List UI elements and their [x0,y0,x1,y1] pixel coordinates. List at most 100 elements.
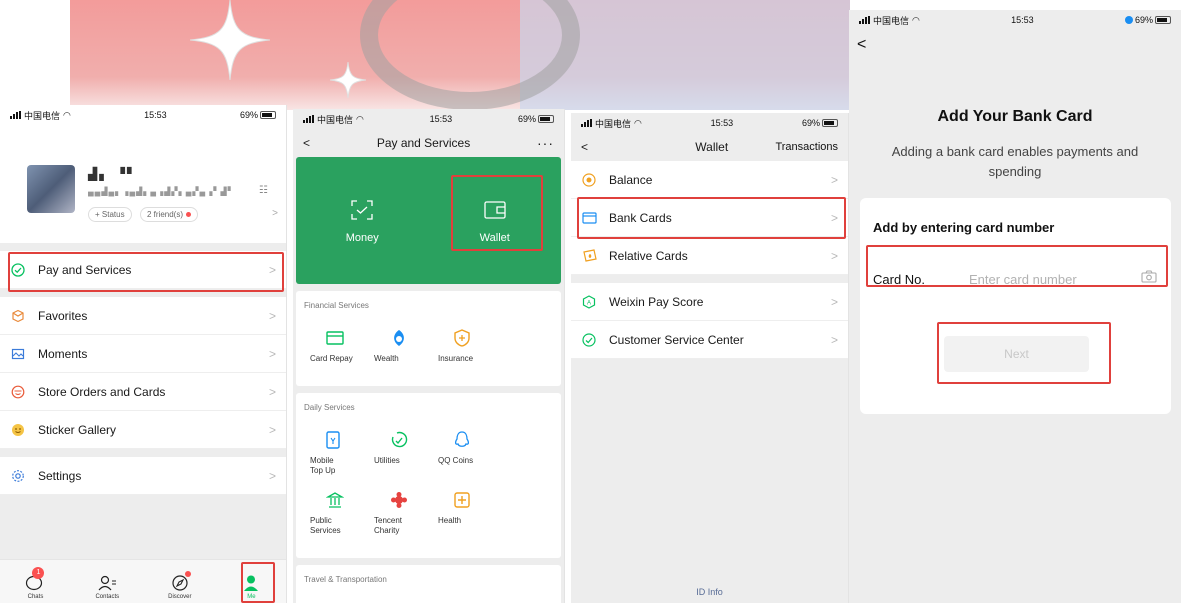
wealth-icon [368,326,432,350]
friends-status-chip[interactable]: 2 friend(s) [140,207,199,222]
battery-icon [821,119,838,127]
battery-icon [259,111,276,119]
hero-label: Money [345,231,379,244]
menu-settings[interactable]: Settings > [0,457,286,495]
menu-label: Settings [38,468,82,483]
qq-coins-item[interactable]: QQ Coins [432,428,496,476]
menu-favorites[interactable]: Favorites > [0,297,286,335]
battery-icon [537,115,554,123]
tab-chats[interactable]: 1 Chats [24,567,46,600]
section-title: Financial Services [304,301,369,310]
item-label: Tencent Charity [374,516,403,535]
pay-services-screen: 中国电信 ◠ 15:53 69% < Pay and Services ··· M… [293,109,565,603]
wallet-pay-score[interactable]: A Weixin Pay Score > [571,283,848,321]
sparkle-icon [190,0,270,80]
menu-label: Sticker Gallery [38,422,117,437]
chevron-right-icon: > [268,422,276,437]
wifi-icon: ◠ [634,117,642,128]
chevron-right-icon: > [830,210,838,225]
menu-label: Store Orders and Cards [38,384,166,399]
card-number-label: Card No. [873,271,926,287]
status-bar: 中国电信 ◠ 15:53 69% [293,109,564,129]
tab-label: Me [247,594,256,600]
wallet-relative-cards[interactable]: Relative Cards > [571,237,848,275]
item-label: Mobile Top Up [310,456,336,475]
wallet-hero: Money Wallet [296,157,561,284]
chevron-right-icon: > [830,294,838,309]
form-title: Add by entering card number [873,220,1055,235]
public-services-item[interactable]: Public Services [304,488,368,536]
item-label: Health [438,516,462,525]
menu-store-orders[interactable]: Store Orders and Cards > [0,373,286,411]
back-icon[interactable]: < [303,136,310,150]
page-title: Pay and Services [376,136,471,150]
health-item[interactable]: Health [432,488,496,536]
add-bank-card-screen: 中国电信 ◠ 15:53 69% < Add Your Bank Card Add… [849,10,1181,603]
me-screen: 中国电信 ◠ 15:53 69% ▟▖ ▝▘ ▄▄▟▄▖▗▄▟▖▄▗▟▞▖▄▞▄▗… [0,105,287,603]
menu-sticker-gallery[interactable]: Sticker Gallery > [0,411,286,449]
camera-icon[interactable] [1141,270,1157,286]
chevron-right-icon: > [268,384,276,399]
health-icon [432,488,496,512]
qq-penguin-icon [432,428,496,452]
card-number-input[interactable] [969,271,1129,287]
menu-pay-and-services[interactable]: Pay and Services > [0,251,286,289]
item-label: Public Services [310,516,341,535]
nav-bar: < Wallet Transactions [571,133,848,161]
status-chip[interactable]: + Status [88,207,132,222]
wallet-button[interactable]: Wallet [429,157,562,284]
moments-icon [10,346,26,362]
tab-me[interactable]: Me [240,572,262,600]
chevron-right-icon: > [830,248,838,263]
wallet-customer-service[interactable]: Customer Service Center > [571,321,848,359]
battery-percent: 69% [517,114,536,124]
carrier-label: 中国电信 [595,118,632,129]
item-label: Wealth [374,354,399,363]
utilities-item[interactable]: Utilities [368,428,432,476]
phone-topup-icon [304,428,368,452]
row-label: Relative Cards [609,248,688,263]
charity-icon [368,488,432,512]
sparkle-icon [330,62,366,98]
section-title: Travel & Transportation [304,575,387,584]
wallet-balance[interactable]: Balance > [571,161,848,199]
qr-code-icon[interactable]: ☷ [259,185,268,196]
more-icon[interactable]: ··· [537,135,554,151]
money-button[interactable]: Money [296,157,429,284]
status-bar: 中国电信 ◠ 15:53 69% [0,105,286,125]
row-label: Balance [609,172,653,187]
tab-discover[interactable]: Discover [168,571,192,600]
next-button[interactable]: Next [944,336,1089,372]
wealth-item[interactable]: Wealth [368,326,432,364]
wallet-bank-cards[interactable]: Bank Cards > [571,199,848,237]
tencent-charity-item[interactable]: Tencent Charity [368,488,432,536]
red-dot [186,212,192,218]
back-icon[interactable]: < [581,140,588,154]
profile-header[interactable]: ▟▖ ▝▘ ▄▄▟▄▖▗▄▟▖▄▗▟▞▖▄▞▄▗▘▟▘ + Status 2 f… [0,125,286,243]
hero-label: Wallet [479,231,510,244]
insurance-item[interactable]: Insurance [432,326,496,364]
menu-moments[interactable]: Moments > [0,335,286,373]
carrier-label: 中国电信 [873,15,910,26]
bank-card-icon [581,210,597,226]
person-icon [240,572,262,594]
avatar[interactable] [27,165,75,213]
item-label: Insurance [438,354,474,363]
wifi-icon: ◠ [912,14,920,25]
financial-services-card: Financial Services Card Repay Wealth Ins… [296,291,561,386]
chevron-right-icon: > [268,308,276,323]
pay-services-icon [10,262,26,278]
mobile-top-up-item[interactable]: Mobile Top Up [304,428,368,476]
chevron-right-icon: > [272,208,278,219]
balance-icon [581,172,597,188]
back-button[interactable]: < [849,30,1181,60]
card-repay-item[interactable]: Card Repay [304,326,368,364]
tab-contacts[interactable]: Contacts [95,572,119,600]
credit-card-icon [304,326,368,350]
battery-percent: 69% [239,110,258,120]
scan-money-icon [350,198,374,222]
id-info-link[interactable]: ID Info [571,587,848,597]
page-subtitle: Adding a bank card enables payments and … [891,144,1139,179]
transactions-link[interactable]: Transactions [775,141,838,153]
menu-label: Moments [38,346,88,361]
